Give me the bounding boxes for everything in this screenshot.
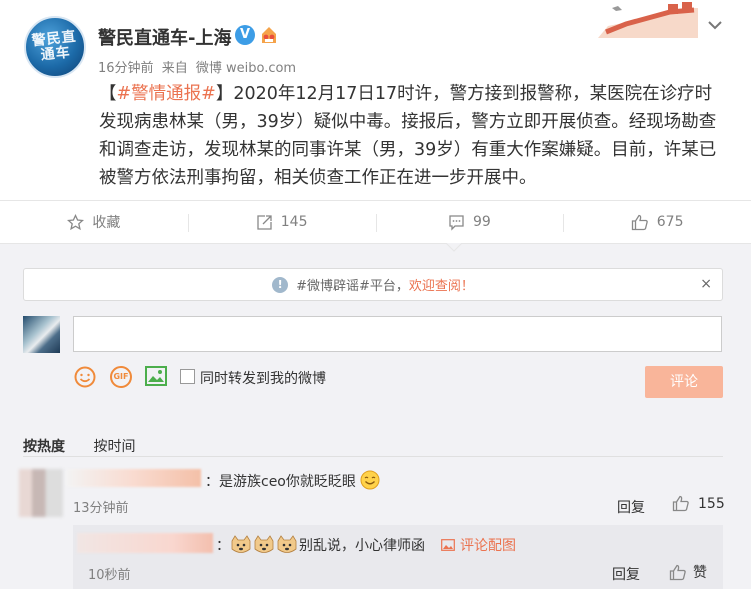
info-icon: ! <box>272 276 289 293</box>
post-source[interactable]: 微博 weibo.com <box>196 61 296 76</box>
close-icon[interactable]: × <box>700 276 712 292</box>
post-content: 【#警情通报#】2020年12月17日17时许，警方接到报警称，某医院在诊疗时发… <box>99 80 729 192</box>
avatar-text: 警民直通车 <box>30 28 78 64</box>
notice-highlight-link[interactable]: 欢迎查阅！ <box>409 275 474 294</box>
verified-icon: V <box>235 25 255 45</box>
comment-body: ：是游族ceo你就眨眨眼 <box>205 474 356 490</box>
sub-like-label: 赞 <box>693 565 707 581</box>
chevron-down-icon[interactable] <box>704 14 726 36</box>
repost-count: 145 <box>280 214 308 230</box>
thumbs-up-icon <box>669 564 686 580</box>
commenter-avatar[interactable] <box>19 469 63 517</box>
favorite-label: 收藏 <box>92 215 121 231</box>
submit-comment-button[interactable]: 评论 <box>645 366 723 398</box>
comment-count: 99 <box>472 214 491 230</box>
like-button[interactable]: 675 <box>563 201 751 243</box>
notice-link-text[interactable]: #微博辟谣#平台， <box>296 275 409 294</box>
source-prefix: 来自 <box>161 61 188 76</box>
sub-reply-button[interactable]: 回复 <box>612 564 640 584</box>
comment-sort: 按热度 按时间 <box>23 436 135 456</box>
action-bar: 收藏 145 99 675 <box>0 200 751 244</box>
repost-checkbox-label[interactable]: 同时转发到我的微博 <box>200 368 326 388</box>
gif-icon[interactable]: GIF <box>110 366 132 388</box>
rumor-notice-bar: ! #微博辟谣#平台， 欢迎查阅！ × <box>23 268 723 301</box>
picture-icon <box>441 539 455 551</box>
favorite-button[interactable]: 收藏 <box>0 201 188 243</box>
doge-emoji-icon <box>231 535 251 553</box>
colon: ： <box>216 538 230 554</box>
repost-icon <box>257 214 272 230</box>
repost-button[interactable]: 145 <box>187 201 376 243</box>
post-time[interactable]: 16分钟前 <box>98 61 154 76</box>
like-count: 675 <box>656 214 684 230</box>
commenter-name-redacted[interactable] <box>66 469 201 487</box>
sub-like-button[interactable]: 赞 <box>669 562 707 582</box>
comment-tab-button[interactable]: 99 <box>375 201 564 243</box>
divider <box>23 456 723 457</box>
post-meta: 16分钟前 来自 微博 weibo.com <box>98 57 300 76</box>
sub-comment-text: ： 别乱说，小心律师函 评论配图 <box>216 535 516 555</box>
emoji-icon[interactable] <box>74 366 96 388</box>
topic-tag-link[interactable]: #警情通报# <box>117 84 216 104</box>
comment-like-button[interactable]: 155 <box>672 495 725 512</box>
smile-emoji-icon <box>360 470 380 490</box>
star-icon <box>67 213 85 230</box>
great-wall-decoration <box>598 2 698 38</box>
sub-commenter-name-redacted[interactable] <box>77 533 213 553</box>
bracket-open: 【 <box>99 84 117 104</box>
comment-like-count: 155 <box>698 495 725 512</box>
current-user-avatar[interactable] <box>23 316 60 353</box>
bracket-close: 】 <box>215 84 234 104</box>
sub-comment-time: 10秒前 <box>88 568 131 583</box>
image-icon[interactable] <box>145 366 167 386</box>
sort-by-time-tab[interactable]: 按时间 <box>93 439 135 455</box>
account-avatar[interactable]: 警民直通车 <box>24 16 86 78</box>
comment-time: 13分钟前 <box>73 501 129 516</box>
comment-image-link[interactable]: 评论配图 <box>441 535 516 555</box>
comment-image-label: 评论配图 <box>460 538 516 554</box>
sort-by-hot-tab[interactable]: 按热度 <box>23 439 65 455</box>
repost-checkbox[interactable] <box>180 369 195 384</box>
comment-text: ：是游族ceo你就眨眨眼 <box>205 470 380 491</box>
doge-emoji-icon <box>254 535 274 553</box>
weibo-card: 警民直通车 警民直通车-上海 V 16分钟前 来自 微博 weibo.com 【… <box>0 0 751 589</box>
doge-emoji-icon <box>277 535 297 553</box>
reply-button[interactable]: 回复 <box>617 497 645 517</box>
comment-icon <box>449 214 464 231</box>
thumbs-up-icon <box>672 495 689 512</box>
active-tab-caret <box>446 243 462 252</box>
username-link[interactable]: 警民直通车-上海 <box>98 24 231 50</box>
sub-comment-body: 别乱说，小心律师函 <box>299 538 425 554</box>
comment-input[interactable] <box>73 316 722 352</box>
vip-member-icon <box>262 27 276 43</box>
thumbs-up-icon <box>631 214 648 230</box>
